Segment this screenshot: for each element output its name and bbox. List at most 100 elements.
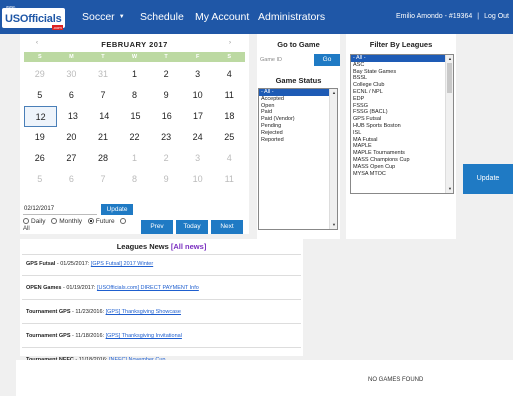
calendar-day[interactable]: 1 bbox=[119, 64, 151, 85]
calendar-day[interactable]: 14 bbox=[89, 106, 120, 127]
game-status-listbox[interactable]: - All - Accepted Open Paid Paid (Vendor) Pend… bbox=[258, 88, 338, 230]
scroll-down-icon[interactable]: ▼ bbox=[331, 222, 337, 228]
status-option[interactable]: Accepted bbox=[259, 96, 337, 103]
status-option[interactable]: Paid bbox=[259, 109, 337, 116]
calendar-day[interactable]: 5 bbox=[24, 85, 56, 106]
calendar-day[interactable]: 31 bbox=[87, 64, 119, 85]
calendar-day[interactable]: 17 bbox=[182, 106, 213, 127]
leagues-option[interactable]: FSSG (BACL) bbox=[351, 109, 453, 116]
logout-link[interactable]: Log Out bbox=[484, 13, 509, 20]
league-listbox[interactable]: - All - ASC Bay State Games BSSL College Clu… bbox=[350, 54, 454, 194]
prev-button[interactable]: Prev bbox=[141, 220, 173, 234]
calendar-day[interactable]: 15 bbox=[120, 106, 151, 127]
leagues-option[interactable]: ECNL / NPL bbox=[351, 89, 453, 96]
game-id-input[interactable]: Game ID bbox=[258, 54, 314, 66]
calendar-day[interactable]: 26 bbox=[24, 148, 56, 169]
scroll-up-icon[interactable]: ▲ bbox=[447, 56, 453, 62]
calendar-day[interactable]: 4 bbox=[213, 148, 245, 169]
status-option[interactable]: - All - bbox=[259, 89, 337, 96]
status-scrollbar[interactable]: ▲ ▼ bbox=[329, 89, 337, 229]
status-option[interactable]: Open bbox=[259, 103, 337, 110]
calendar-day[interactable]: 7 bbox=[87, 169, 119, 190]
go-button[interactable]: Go bbox=[314, 54, 340, 66]
nav-schedule[interactable]: Schedule bbox=[140, 11, 184, 23]
leagues-option[interactable]: EDP bbox=[351, 96, 453, 103]
calendar-day[interactable]: 10 bbox=[182, 85, 214, 106]
date-update-button[interactable]: Update bbox=[101, 204, 133, 215]
leagues-option[interactable]: MASS Champions Cup bbox=[351, 157, 453, 164]
calendar-day[interactable]: 29 bbox=[24, 64, 56, 85]
nav-soccer-dropdown[interactable]: Soccer ▼ bbox=[82, 11, 125, 23]
leagues-option[interactable]: MASS Open Cup bbox=[351, 164, 453, 171]
calendar-day[interactable]: 24 bbox=[182, 127, 214, 148]
radio-monthly[interactable]: Monthly bbox=[51, 218, 82, 225]
date-input[interactable]: 02/12/2017 bbox=[23, 204, 97, 215]
calendar-day[interactable]: 27 bbox=[56, 148, 88, 169]
calendar-day[interactable]: 1 bbox=[119, 148, 151, 169]
all-news-link[interactable]: [All news] bbox=[171, 242, 206, 251]
leagues-option[interactable]: MA Futsal bbox=[351, 137, 453, 144]
next-button[interactable]: Next bbox=[211, 220, 243, 234]
leagues-option[interactable]: ASC bbox=[351, 62, 453, 69]
calendar-day-selected[interactable]: 12 bbox=[24, 106, 58, 127]
radio-future[interactable]: Future bbox=[87, 218, 115, 225]
calendar-day[interactable]: 8 bbox=[119, 85, 151, 106]
radio-daily[interactable]: Daily bbox=[23, 218, 45, 225]
news-link[interactable]: [GPS] Thanksgiving Showcase bbox=[106, 309, 181, 315]
news-link[interactable]: [GPS] Thanksgiving Invitational bbox=[106, 333, 182, 339]
status-option[interactable]: Reported bbox=[259, 137, 337, 144]
calendar-day[interactable]: 9 bbox=[150, 169, 182, 190]
nav-my-account[interactable]: My Account bbox=[195, 11, 249, 23]
calendar-day[interactable]: 20 bbox=[56, 127, 88, 148]
calendar-day[interactable]: 3 bbox=[182, 64, 214, 85]
calendar-day[interactable]: 2 bbox=[150, 148, 182, 169]
calendar-day[interactable]: 30 bbox=[56, 64, 88, 85]
calendar-day[interactable]: 21 bbox=[87, 127, 119, 148]
calendar-day[interactable]: 13 bbox=[57, 106, 88, 127]
leagues-option[interactable]: HUB Sports Boston bbox=[351, 123, 453, 130]
calendar-day[interactable]: 25 bbox=[213, 127, 245, 148]
today-button[interactable]: Today bbox=[176, 220, 208, 234]
calendar-day[interactable]: 11 bbox=[213, 85, 245, 106]
leagues-option[interactable]: FSSG bbox=[351, 103, 453, 110]
calendar-next-arrow[interactable]: › bbox=[229, 40, 231, 46]
calendar-day[interactable]: 18 bbox=[214, 106, 245, 127]
status-option[interactable]: Pending bbox=[259, 123, 337, 130]
status-option[interactable]: Paid (Vendor) bbox=[259, 116, 337, 123]
news-link[interactable]: [USOfficials.com] DIRECT PAYMENT Info bbox=[97, 285, 199, 291]
leagues-option[interactable]: MAPLE bbox=[351, 143, 453, 150]
leagues-option[interactable]: ISL bbox=[351, 130, 453, 137]
calendar-day[interactable]: 5 bbox=[24, 169, 56, 190]
scroll-thumb[interactable] bbox=[447, 63, 452, 93]
status-option[interactable]: Rejected bbox=[259, 130, 337, 137]
news-link[interactable]: [GPS Futsal] 2017 Winter bbox=[91, 261, 153, 267]
calendar-day[interactable]: 8 bbox=[119, 169, 151, 190]
calendar-day[interactable]: 10 bbox=[182, 169, 214, 190]
calendar-day[interactable]: 3 bbox=[182, 148, 214, 169]
calendar-day[interactable]: 11 bbox=[213, 169, 245, 190]
leagues-option[interactable]: Bay State Games bbox=[351, 69, 453, 76]
leagues-option[interactable]: College Club bbox=[351, 82, 453, 89]
scroll-up-icon[interactable]: ▲ bbox=[331, 90, 337, 96]
calendar-day[interactable]: 28 bbox=[87, 148, 119, 169]
calendar-day[interactable]: 6 bbox=[56, 85, 88, 106]
calendar-day[interactable]: 16 bbox=[151, 106, 182, 127]
user-name[interactable]: Emilio Amondo - #19364 bbox=[396, 13, 472, 20]
leagues-option[interactable]: MAPLE Tournaments bbox=[351, 150, 453, 157]
calendar-day[interactable]: 6 bbox=[56, 169, 88, 190]
leagues-update-button[interactable]: Update bbox=[463, 164, 513, 194]
nav-administrators[interactable]: Administrators bbox=[258, 11, 325, 23]
radio-unlabeled[interactable] bbox=[120, 218, 128, 225]
leagues-option[interactable]: MYSA MTOC bbox=[351, 171, 453, 178]
scroll-down-icon[interactable]: ▼ bbox=[447, 186, 453, 192]
leagues-option[interactable]: - All - bbox=[351, 55, 453, 62]
calendar-day[interactable]: 4 bbox=[213, 64, 245, 85]
leagues-option[interactable]: GPS Futsal bbox=[351, 116, 453, 123]
calendar-day[interactable]: 22 bbox=[119, 127, 151, 148]
league-scrollbar[interactable]: ▲ ▼ bbox=[445, 55, 453, 193]
calendar-day[interactable]: 9 bbox=[150, 85, 182, 106]
leagues-option[interactable]: BSSL bbox=[351, 75, 453, 82]
calendar-day[interactable]: 2 bbox=[150, 64, 182, 85]
calendar-day[interactable]: 7 bbox=[87, 85, 119, 106]
calendar-day[interactable]: 19 bbox=[24, 127, 56, 148]
